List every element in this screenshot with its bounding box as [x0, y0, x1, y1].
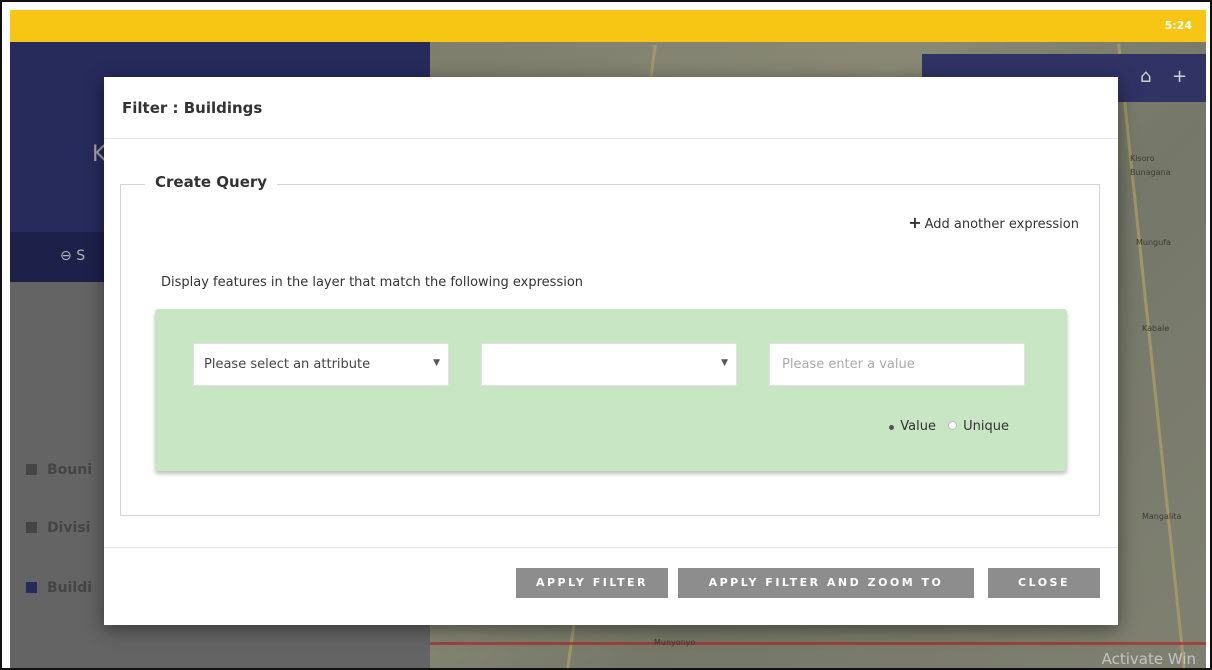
dialog-title: Filter : Buildings: [122, 99, 263, 117]
value-input[interactable]: [769, 343, 1025, 386]
dialog-header: Filter : Buildings: [104, 77, 1118, 139]
create-query-fieldset: Create Query + Add another expression Dis…: [120, 173, 1100, 516]
attribute-select[interactable]: Please select an attribute ▼: [193, 343, 449, 386]
status-time: 5:24: [1164, 19, 1192, 32]
close-button[interactable]: CLOSE: [988, 568, 1100, 598]
filter-dialog: Filter : Buildings Create Query + Add ano…: [104, 77, 1118, 625]
status-bar: 5:24: [10, 10, 1206, 42]
add-expression-link[interactable]: + Add another expression: [908, 213, 1079, 232]
caret-down-icon: ▼: [433, 358, 440, 368]
apply-filter-zoom-button[interactable]: APPLY FILTER AND ZOOM TO: [678, 568, 974, 598]
expression-panel: Please select an attribute ▼ ▼ Value Uni…: [155, 309, 1067, 471]
plus-icon: +: [908, 213, 922, 232]
apply-filter-button[interactable]: APPLY FILTER: [516, 568, 668, 598]
caret-down-icon: ▼: [721, 358, 728, 368]
screen-frame: 5:24 K ⊖ S Bouni Divisi Buildi Kisoro Bu…: [0, 0, 1212, 670]
radio-value[interactable]: Value: [889, 419, 936, 434]
radio-dot-icon: [948, 421, 958, 430]
value-type-radio-group: Value Unique: [881, 419, 1009, 434]
dialog-footer: APPLY FILTER APPLY FILTER AND ZOOM TO CL…: [104, 547, 1118, 625]
instruction-text: Display features in the layer that match…: [161, 275, 584, 290]
operator-select[interactable]: ▼: [481, 343, 737, 386]
radio-unique[interactable]: Unique: [948, 419, 1009, 434]
fieldset-legend: Create Query: [145, 173, 278, 191]
radio-dot-icon: [889, 425, 895, 430]
